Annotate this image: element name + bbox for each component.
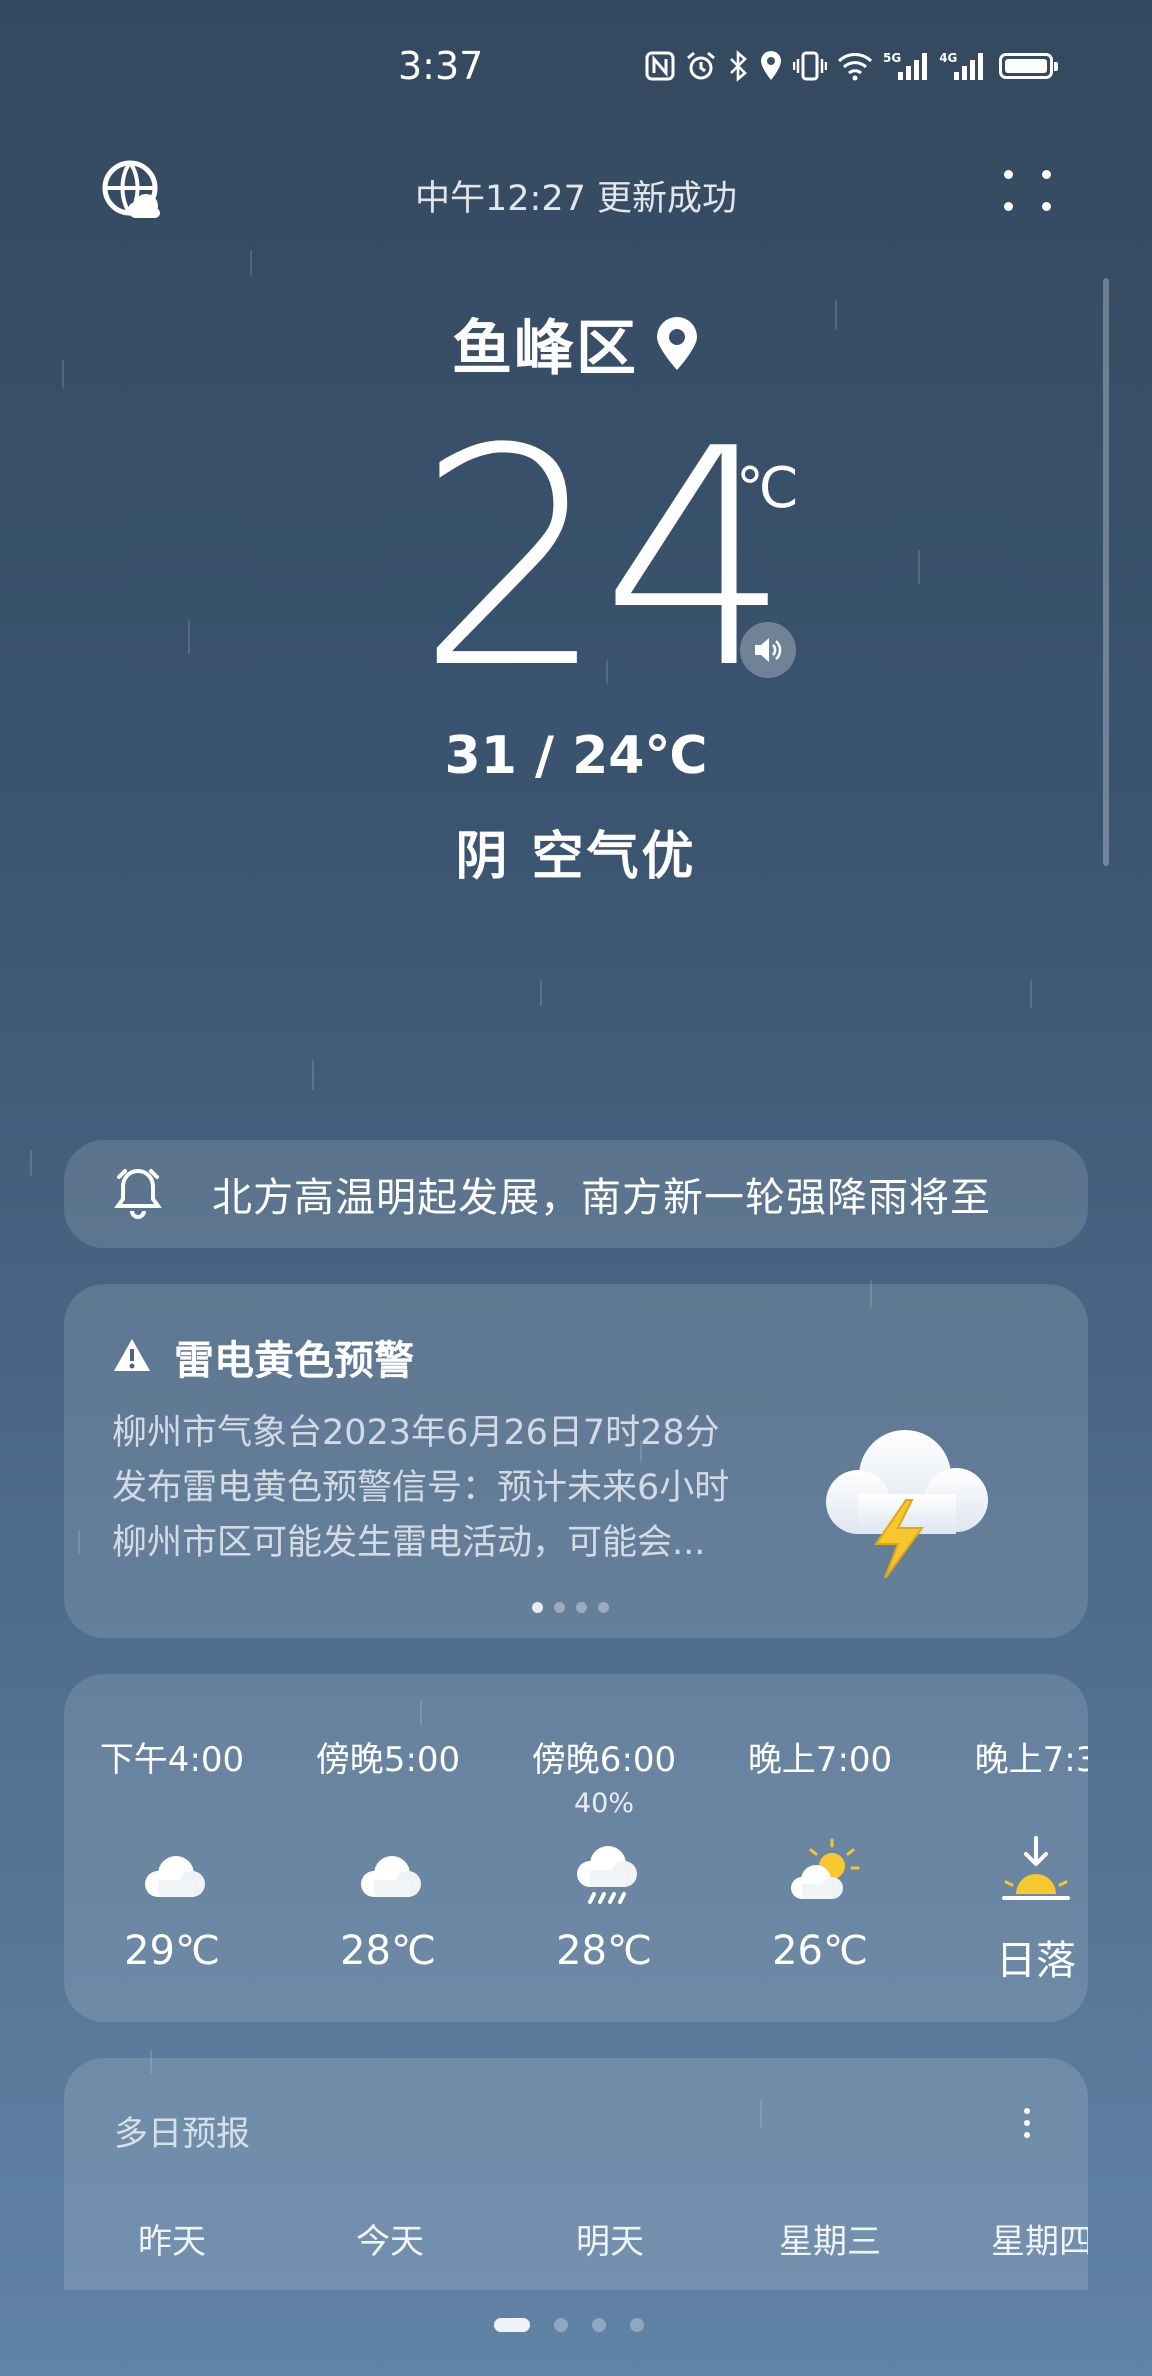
day-label[interactable]: 明天: [510, 2214, 710, 2263]
signal-icon: 4G: [939, 50, 985, 82]
hourly-item[interactable]: 傍晚5:00 28℃: [288, 1674, 488, 2022]
hourly-item[interactable]: 傍晚6:00 40% 28℃: [504, 1674, 704, 2022]
day-label[interactable]: 星期三: [730, 2214, 930, 2263]
vibrate-icon: [793, 50, 827, 82]
weather-alert-card[interactable]: 雷电黄色预警 柳州市气象台2023年6月26日7时28分 发布雷电黄色预警信号：…: [64, 1284, 1088, 1638]
alert-line: 发布雷电黄色预警信号：预计未来6小时: [112, 1468, 730, 1508]
hourly-item[interactable]: 晚上7:3 日落: [936, 1674, 1088, 2022]
current-temperature: 24: [416, 385, 792, 734]
alert-description: 柳州市气象台2023年6月26日7时28分 发布雷电黄色预警信号：预计未来6小时…: [112, 1406, 812, 1571]
news-card[interactable]: 北方高温明起发展，南方新一轮强降雨将至: [64, 1140, 1088, 1248]
hour-time: 傍晚5:00: [315, 1740, 461, 1780]
cloudy-icon: [348, 1824, 428, 1914]
signal-icon: 5G: [883, 50, 929, 82]
thunderstorm-icon: [810, 1418, 1000, 1581]
day-label[interactable]: 星期四: [942, 2214, 1088, 2263]
hour-temperature: 28℃: [340, 1928, 436, 1974]
sunset-icon: [996, 1824, 1076, 1914]
page-dot[interactable]: [630, 2318, 644, 2332]
daily-title: 多日预报: [114, 2114, 250, 2154]
location-header[interactable]: 鱼峰区: [0, 300, 1152, 387]
hour-time: 晚上7:3: [974, 1740, 1088, 1780]
page-dot[interactable]: [554, 2318, 568, 2332]
hourly-item[interactable]: 晚上7:00 26℃: [720, 1674, 920, 2022]
page-dot: [532, 1602, 543, 1613]
more-vertical-icon[interactable]: [1002, 2088, 1052, 2158]
more-icon[interactable]: [994, 160, 1064, 220]
alert-line: 柳州市气象台2023年6月26日7时28分: [112, 1413, 720, 1453]
hour-temperature: 26℃: [772, 1928, 868, 1974]
precip-chance: 40%: [573, 1788, 634, 1819]
location-pin-icon: [654, 316, 700, 372]
temperature-unit: ℃: [736, 456, 799, 521]
location-name: 鱼峰区: [452, 314, 638, 384]
alert-title: 雷电黄色预警: [174, 1338, 414, 1384]
hour-time: 晚上7:00: [747, 1740, 893, 1780]
nfc-icon: [645, 50, 675, 82]
day-label[interactable]: 今天: [290, 2214, 490, 2263]
page-dot: [576, 1602, 587, 1613]
news-headline: 北方高温明起发展，南方新一轮强降雨将至: [212, 1175, 991, 1221]
weather-condition: 阴 空气优: [455, 827, 697, 887]
bell-icon: [114, 1165, 162, 1223]
daily-forecast-card[interactable]: 多日预报 昨天 今天 明天 星期三 星期四: [64, 2058, 1088, 2290]
status-icons: 5G 4G: [645, 46, 1059, 86]
bluetooth-icon: [727, 50, 749, 82]
hour-time: 傍晚6:00: [531, 1740, 677, 1780]
update-status: 中午12:27 更新成功: [415, 179, 737, 219]
page-dot: [598, 1602, 609, 1613]
page-dot[interactable]: [494, 2318, 530, 2332]
hour-temperature: 日落: [996, 1938, 1076, 1984]
high-low-temperature: 31 / 24℃: [444, 726, 708, 786]
partly-sunny-icon: [780, 1824, 860, 1914]
rain-icon: [564, 1824, 644, 1914]
warning-icon: [112, 1337, 152, 1377]
hour-temperature: 29℃: [124, 1928, 220, 1974]
cloudy-icon: [132, 1824, 212, 1914]
hourly-item[interactable]: 下午4:00 29℃: [72, 1674, 272, 2022]
alarm-icon: [685, 50, 717, 82]
alert-header: 雷电黄色预警: [112, 1328, 414, 1386]
alert-line: 柳州市区可能发生雷电活动，可能会...: [112, 1523, 706, 1563]
location-icon: [759, 50, 783, 82]
hour-temperature: 28℃: [556, 1928, 652, 1974]
speaker-icon[interactable]: [740, 622, 796, 678]
page-indicator[interactable]: [494, 2318, 644, 2332]
status-time: 3:37: [398, 44, 484, 88]
page-dot[interactable]: [592, 2318, 606, 2332]
alert-page-indicator: [532, 1602, 609, 1613]
battery-icon: [999, 53, 1059, 79]
hour-time: 下午4:00: [99, 1740, 245, 1780]
page-dot: [554, 1602, 565, 1613]
day-label[interactable]: 昨天: [72, 2214, 272, 2263]
wifi-icon: [837, 50, 873, 82]
hourly-forecast-card[interactable]: 下午4:00 29℃ 傍晚5:00 28℃ 傍晚6:00 40% 28℃ 晚上7…: [64, 1674, 1088, 2022]
